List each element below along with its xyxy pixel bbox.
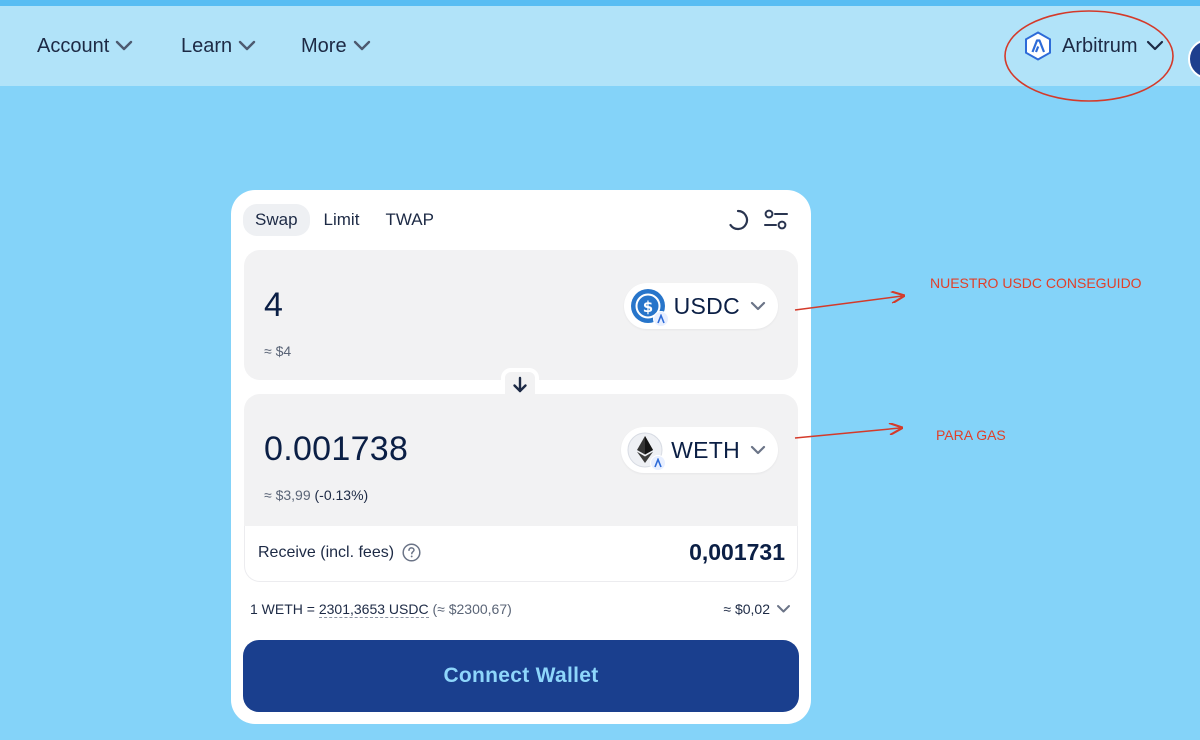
tab-swap[interactable]: Swap: [243, 204, 310, 236]
chevron-down-icon: [238, 40, 256, 52]
gas-fee-toggle[interactable]: ≈ $0,02: [723, 601, 791, 617]
tab-limit[interactable]: Limit: [312, 204, 372, 236]
nav-account-label: Account: [37, 34, 110, 57]
receive-value: 0,001731: [689, 539, 785, 565]
avatar[interactable]: [1188, 39, 1200, 79]
annotation-gas-note: PARA GAS: [936, 427, 1006, 443]
settings-sliders-icon[interactable]: [763, 208, 789, 232]
swap-card: Swap Limit TWAP 4 ≈ $4 $ USDC 0.001738 ≈…: [231, 190, 811, 724]
buy-usd-value: ≈ $3,99 (-0.13%): [264, 487, 368, 503]
help-circle-icon[interactable]: [402, 543, 421, 562]
nav-more[interactable]: More: [301, 6, 371, 86]
arbitrum-logo-icon: [1024, 31, 1052, 61]
chevron-down-icon: [750, 445, 766, 455]
chevron-down-icon: [1146, 40, 1164, 52]
network-label: Arbitrum: [1062, 34, 1138, 57]
arbitrum-badge-icon: [650, 455, 667, 471]
chevron-down-icon: [115, 40, 133, 52]
buy-panel: 0.001738 ≈ $3,99 (-0.13%) WETH: [244, 394, 798, 526]
weth-token-icon: [627, 432, 667, 471]
rate-value: 2301,3653 USDC: [318, 601, 429, 618]
buy-usd-amount: ≈ $3,99: [264, 487, 311, 503]
connect-wallet-button[interactable]: Connect Wallet: [243, 640, 799, 712]
receive-label: Receive (incl. fees): [258, 543, 395, 561]
sell-panel: 4 ≈ $4 $ USDC: [244, 250, 798, 380]
swap-tabs: Swap Limit TWAP: [243, 204, 448, 236]
usdc-token-icon: $: [630, 288, 669, 327]
chevron-down-icon: [776, 604, 791, 614]
receive-label-group: Receive (incl. fees): [258, 543, 421, 562]
loading-spinner-icon: [727, 209, 749, 231]
sell-token-selector[interactable]: $ USDC: [623, 283, 778, 329]
annotation-arrow-usdc: [794, 296, 902, 311]
annotation-usdc-note: NUESTRO USDC CONSEGUIDO: [930, 275, 1142, 291]
receive-row: Receive (incl. fees) 0,001731: [244, 526, 798, 582]
svg-text:$: $: [642, 298, 652, 316]
tab-twap[interactable]: TWAP: [373, 204, 445, 236]
card-toolbar: [727, 208, 789, 232]
network-selector[interactable]: Arbitrum: [1024, 6, 1164, 86]
buy-token-selector[interactable]: WETH: [621, 427, 778, 473]
nav-learn-label: Learn: [181, 34, 233, 57]
nav-learn[interactable]: Learn: [181, 6, 256, 86]
chevron-down-icon: [750, 301, 766, 311]
rate-usd: (≈ $2300,67): [432, 601, 512, 617]
buy-amount-input[interactable]: 0.001738: [264, 430, 408, 469]
exchange-rate[interactable]: 1 WETH = 2301,3653 USDC (≈ $2300,67): [250, 601, 512, 618]
buy-price-impact: (-0.13%): [314, 487, 369, 503]
buy-token-label: WETH: [671, 436, 740, 463]
top-nav: Account Learn More Arbitrum: [0, 6, 1200, 86]
arbitrum-badge-icon: [652, 311, 669, 327]
nav-account[interactable]: Account: [37, 6, 133, 86]
rate-prefix: 1 WETH =: [250, 601, 319, 617]
nav-more-label: More: [301, 34, 347, 57]
app-frame: Account Learn More Arbitrum Swap Limit T…: [0, 0, 1200, 740]
gas-fee-value: ≈ $0,02: [723, 601, 770, 617]
sell-amount-input[interactable]: 4: [264, 286, 283, 325]
sell-token-label: USDC: [673, 292, 740, 319]
sell-usd-value: ≈ $4: [264, 343, 292, 359]
chevron-down-icon: [353, 40, 371, 52]
